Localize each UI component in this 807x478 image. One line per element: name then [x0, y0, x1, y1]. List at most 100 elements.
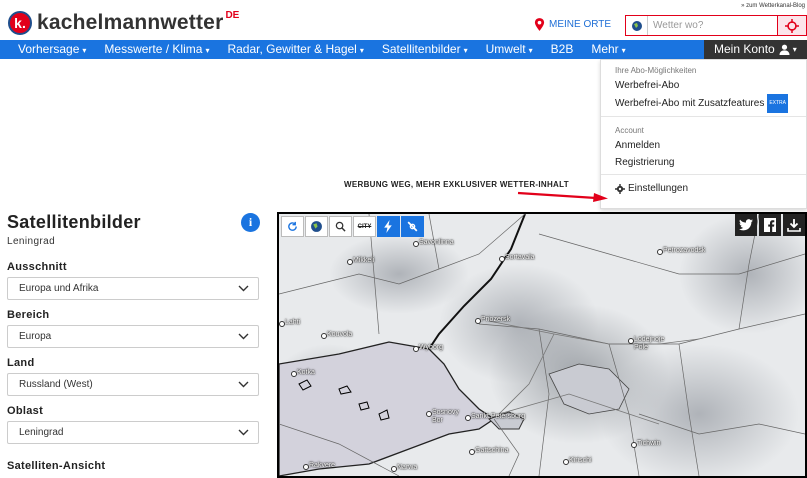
city-label: Petrozavodsk — [656, 247, 706, 255]
ausschnitt-select[interactable]: Europa und Afrika — [7, 277, 259, 300]
facebook-icon — [764, 218, 776, 232]
lightning-button[interactable] — [377, 216, 400, 237]
info-icon[interactable]: i — [241, 213, 260, 232]
share-toolbar — [735, 214, 805, 236]
chevron-down-icon — [238, 429, 249, 436]
mein-konto-label: Mein Konto — [714, 42, 775, 56]
city-label: Sankt Petersburg — [464, 413, 526, 421]
zoom-icon — [335, 221, 346, 232]
map-canvas — [279, 214, 805, 476]
locate-button[interactable] — [777, 16, 806, 35]
chevron-down-icon — [238, 285, 249, 292]
city-toggle-icon: CITY — [357, 223, 372, 230]
chevron-down-icon — [238, 333, 249, 340]
field-land: Land Russland (West) — [7, 357, 261, 396]
city-toggle-button[interactable]: CITY — [353, 216, 376, 237]
annotation-arrow — [517, 191, 608, 202]
city-label: Wyborg — [412, 344, 444, 352]
user-icon — [779, 44, 790, 55]
werbefrei-abo-link[interactable]: Werbefrei-Abo — [601, 77, 806, 94]
field-ausschnitt: Ausschnitt Europa und Afrika — [7, 261, 261, 300]
gear-icon — [615, 183, 625, 194]
satellite-icon — [407, 221, 418, 232]
chevron-down-icon: ▾ — [792, 45, 797, 54]
city-label: Sosnovy Bor — [426, 409, 466, 425]
abo-section-heading: Ihre Abo-Möglichkeiten — [615, 66, 697, 75]
ausschnitt-label: Ausschnitt — [7, 261, 67, 273]
city-label: Lahti — [279, 319, 301, 327]
logo-badge: k. — [8, 11, 32, 35]
wetterkanal-blog-link[interactable]: » zum Wetterkanal-Blog — [741, 3, 805, 9]
anmelden-link[interactable]: Anmelden — [601, 137, 806, 154]
page-title: Satellitenbilder — [7, 212, 141, 232]
meine-orte-link[interactable]: MEINE ORTE — [534, 18, 611, 31]
city-label: Savonlinna — [413, 239, 454, 247]
city-label: Rakvere — [302, 462, 336, 470]
bereich-label: Bereich — [7, 309, 50, 321]
city-label: Priozersk — [474, 316, 511, 324]
extra-badge: EXTRA — [767, 94, 788, 113]
city-label: Kirischi — [563, 457, 592, 465]
account-dropdown: Ihre Abo-Möglichkeiten Werbefrei-Abo Wer… — [600, 59, 807, 209]
mein-konto-button[interactable]: Mein Konto ▾ — [704, 40, 807, 59]
facebook-button[interactable] — [759, 214, 781, 236]
nav-mehr[interactable]: Mehr ▾ — [582, 40, 634, 59]
werbefrei-abo-plus-link[interactable]: Werbefrei-Abo mit Zusatzfeatures EXTRA — [601, 94, 806, 113]
refresh-icon — [288, 221, 297, 231]
city-label: Lodejnoje Pole — [628, 336, 674, 352]
logo[interactable]: k. kachelmannwetter DE — [8, 9, 240, 35]
download-button[interactable] — [783, 214, 805, 236]
bereich-select[interactable]: Europa — [7, 325, 259, 348]
search-input[interactable] — [648, 20, 776, 31]
logo-suffix: DE — [225, 9, 240, 21]
city-label: Kotka — [291, 369, 315, 377]
locate-icon — [785, 18, 799, 33]
nav-satellitenbilder[interactable]: Satellitenbilder ▾ — [373, 40, 477, 59]
search-box — [625, 15, 807, 36]
lightning-icon — [384, 220, 392, 233]
map-pin-icon — [534, 18, 545, 31]
city-label: Mikkeli — [346, 257, 375, 265]
divider — [601, 116, 806, 117]
nav-messwerte-klima[interactable]: Messwerte / Klima ▾ — [95, 40, 218, 59]
twitter-icon — [739, 219, 753, 231]
ad-free-banner[interactable]: WERBUNG WEG, MEHR EXKLUSIVER WETTER-INHA… — [344, 180, 569, 189]
divider — [601, 174, 806, 175]
nav-radar-gewitter-hagel[interactable]: Radar, Gewitter & Hagel ▾ — [218, 40, 372, 59]
map-toolbar: CITY — [281, 216, 424, 237]
nav-b2b[interactable]: B2B — [542, 40, 583, 59]
main-nav: Vorhersage ▾ Messwerte / Klima ▾ Radar, Ge… — [0, 40, 807, 59]
account-section-heading: Account — [615, 126, 644, 135]
download-icon — [787, 219, 801, 232]
globe-icon[interactable] — [626, 16, 648, 35]
field-bereich: Bereich Europa — [7, 309, 261, 348]
einstellungen-link[interactable]: Einstellungen — [601, 180, 806, 197]
nav-umwelt[interactable]: Umwelt ▾ — [477, 40, 542, 59]
oblast-label: Oblast — [7, 405, 44, 417]
city-label: Kouvola — [320, 331, 353, 339]
meine-orte-label: MEINE ORTE — [549, 19, 612, 30]
city-label: Gattschina — [468, 447, 509, 455]
top-bar: k. kachelmannwetter DE » zum Wetterkanal… — [0, 0, 807, 40]
land-select[interactable]: Russland (West) — [7, 373, 259, 396]
satelliten-ansicht-label: Satelliten-Ansicht — [7, 460, 106, 472]
satellite-button[interactable] — [401, 216, 424, 237]
refresh-button[interactable] — [281, 216, 304, 237]
page-subtitle: Leningrad — [7, 236, 56, 247]
land-label: Land — [7, 357, 35, 369]
globe-icon — [311, 221, 322, 232]
sidebar: Satellitenbilder Leningrad i Ausschnitt … — [7, 212, 261, 472]
oblast-select[interactable]: Leningrad — [7, 421, 259, 444]
zoom-button[interactable] — [329, 216, 352, 237]
twitter-button[interactable] — [735, 214, 757, 236]
city-label: Tichwin — [630, 440, 661, 448]
city-label: Narwa — [390, 464, 418, 472]
satellite-map[interactable]: Savonlinna Mikkeli Sortavala Petrozavods… — [277, 212, 807, 478]
nav-vorhersage[interactable]: Vorhersage ▾ — [0, 40, 95, 59]
field-oblast: Oblast Leningrad — [7, 405, 261, 444]
logo-text: kachelmannwetter — [37, 11, 224, 34]
registrierung-link[interactable]: Registrierung — [601, 154, 806, 171]
globe-button[interactable] — [305, 216, 328, 237]
city-label: Sortavala — [499, 254, 535, 262]
chevron-down-icon — [238, 381, 249, 388]
